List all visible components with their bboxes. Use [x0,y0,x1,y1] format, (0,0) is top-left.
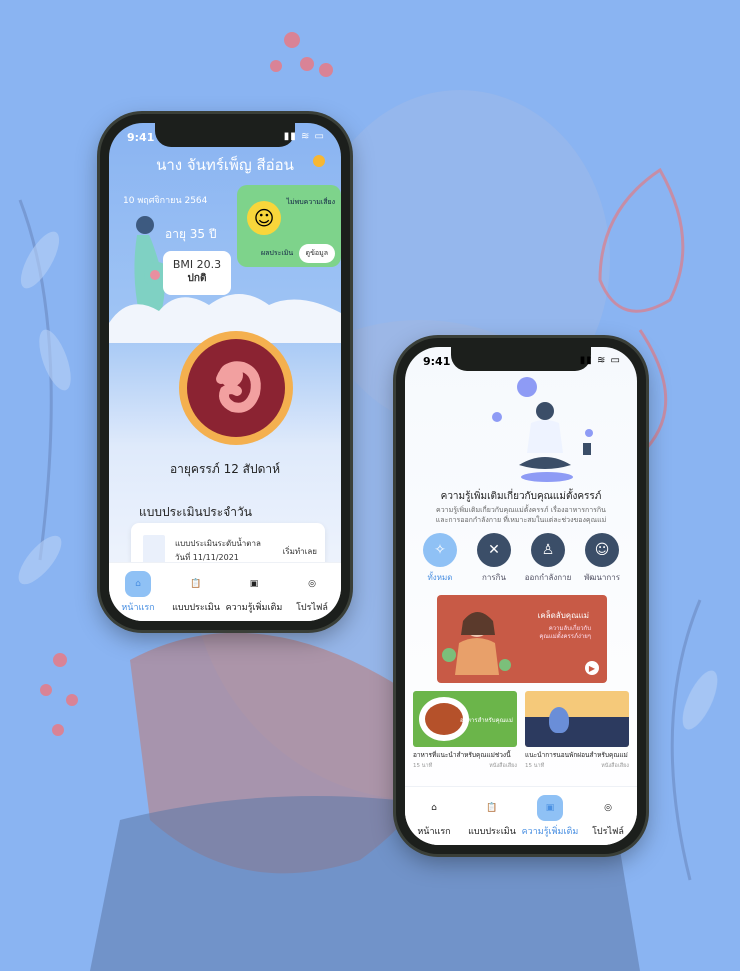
pregnancy-week: อายุครรภ์ 12 สัปดาห์ [169,462,281,476]
play-icon[interactable]: ▶ [585,661,599,675]
yoga-icon: ♙ [531,533,565,567]
profile-icon: ◎ [308,578,316,589]
card-title: อาหารที่แนะนำสำหรับคุณแม่ช่วงนี้ [413,751,511,759]
mood-eval-label: ผลประเมิน [261,249,294,257]
article-card-food[interactable]: อาหารสำหรับคุณแม่ อาหารที่แนะนำสำหรับคุณ… [413,691,517,770]
card-title: แนะนำการนอนพักผ่อนสำหรับคุณแม่ [525,751,628,759]
user-age: อายุ 35 ปี [165,227,217,241]
status-time: 9:41 [127,131,155,144]
home-icon: ⌂ [431,802,437,813]
tab-assessment[interactable]: 📋 แบบประเมิน [463,795,521,838]
category-all[interactable]: ✧ ทั้งหมด [413,533,467,584]
clipboard-icon: 📋 [190,578,202,589]
user-name: นาง จันทร์เพ็ญ สีอ่อน [156,156,294,174]
fetus-image[interactable] [179,331,293,445]
food-image: อาหารสำหรับคุณแม่ [413,691,517,747]
tab-profile[interactable]: ◎ โปรไฟล์ [579,795,637,838]
featured-banner[interactable]: เคล็ดลับคุณแม่ ความลับเกี่ยวกับ คุณแม่ตั… [437,595,607,683]
tab-knowledge[interactable]: ▣ ความรู้เพิ่มเติม [521,794,579,838]
sleep-image [525,691,629,747]
view-info-button[interactable]: ดูข้อมูล [298,244,335,263]
category-filters: ✧ ทั้งหมด ✕ การกิน ♙ ออกกำลังกาย ☺ พัฒนา… [413,533,629,584]
clipboard-icon: 📋 [486,802,498,813]
banner-subtitle-2: คุณแม่ตั้งครรภ์ง่ายๆ [539,633,591,640]
knowledge-subtitle-2: และการออกกำลังกาย ที่เหมาะสมในแต่ละช่วงข… [435,516,607,524]
knowledge-screen: 9:41 ▮▮ ≋ ▭ ความรู้เพิ่มเติมเกี่ยวกับคุณ… [405,347,637,845]
profile-icon: ◎ [604,802,612,813]
assessment-title: แบบประเมินระดับน้ำตาล [175,539,261,548]
current-date: 10 พฤศจิกายน 2564 [123,196,208,206]
tab-profile[interactable]: ◎ โปรไฟล์ [283,571,341,614]
home-screen: 9:41 ▮▮ ≋ ▭ นาง จันทร์เพ็ญ สีอ่อน 10 พฤศ… [109,123,341,621]
status-icons: ▮▮ ≋ ▭ [283,131,325,142]
tab-bar: ⌂ หน้าแรก 📋 แบบประเมิน ▣ ความรู้เพิ่มเติ… [109,562,341,621]
fetus-icon [216,361,261,413]
tab-assessment[interactable]: 📋 แบบประเมิน [167,571,225,614]
phone-home: 9:41 ▮▮ ≋ ▭ นาง จันทร์เพ็ญ สีอ่อน 10 พฤศ… [100,114,350,630]
tab-home[interactable]: ⌂ หน้าแรก [405,795,463,838]
banner-title: เคล็ดลับคุณแม่ [537,611,589,620]
mood-risk-label: ไม่พบความเสี่ยง [286,198,335,206]
home-icon: ⌂ [125,570,151,597]
meditation-illustration [492,377,593,482]
notification-bell-icon[interactable] [313,155,325,167]
notch [155,123,295,147]
smiley-icon: ☺ [247,201,281,235]
category-development[interactable]: ☺ พัฒนาการ [575,533,629,584]
tab-home[interactable]: ⌂ หน้าแรก [109,570,167,614]
phone-knowledge: 9:41 ▮▮ ≋ ▭ ความรู้เพิ่มเติมเกี่ยวกับคุณ… [396,338,646,854]
bmi-value: BMI 20.3 [172,258,222,271]
notch [451,347,591,371]
tab-knowledge[interactable]: ▣ ความรู้เพิ่มเติม [225,571,283,614]
article-card-sleep[interactable]: แนะนำการนอนพักผ่อนสำหรับคุณแม่ 15 นาที หน… [525,691,629,770]
mood-assessment-card[interactable]: ☺ ไม่พบความเสี่ยง ผลประเมิน ดูข้อมูล [237,185,341,267]
category-exercise[interactable]: ♙ ออกกำลังกาย [521,533,575,584]
baby-icon: ☺ [585,533,619,567]
category-eating[interactable]: ✕ การกิน [467,533,521,584]
video-icon: ▣ [537,794,563,821]
tab-bar: ⌂ หน้าแรก 📋 แบบประเมิน ▣ ความรู้เพิ่มเติ… [405,786,637,845]
mother-illustration [442,612,511,675]
knowledge-title: ความรู้เพิ่มเติมเกี่ยวกับคุณแม่ตั้งครรภ์ [440,491,602,502]
start-now-button[interactable]: เริ่มทำเลย [283,545,317,558]
video-icon: ▣ [249,578,259,589]
status-icons: ▮▮ ≋ ▭ [579,355,621,366]
daily-assessment-title: แบบประเมินประจำวัน [139,505,252,519]
utensils-icon: ✕ [477,533,511,567]
sparkle-icon: ✧ [423,533,457,567]
status-time: 9:41 [423,355,451,368]
